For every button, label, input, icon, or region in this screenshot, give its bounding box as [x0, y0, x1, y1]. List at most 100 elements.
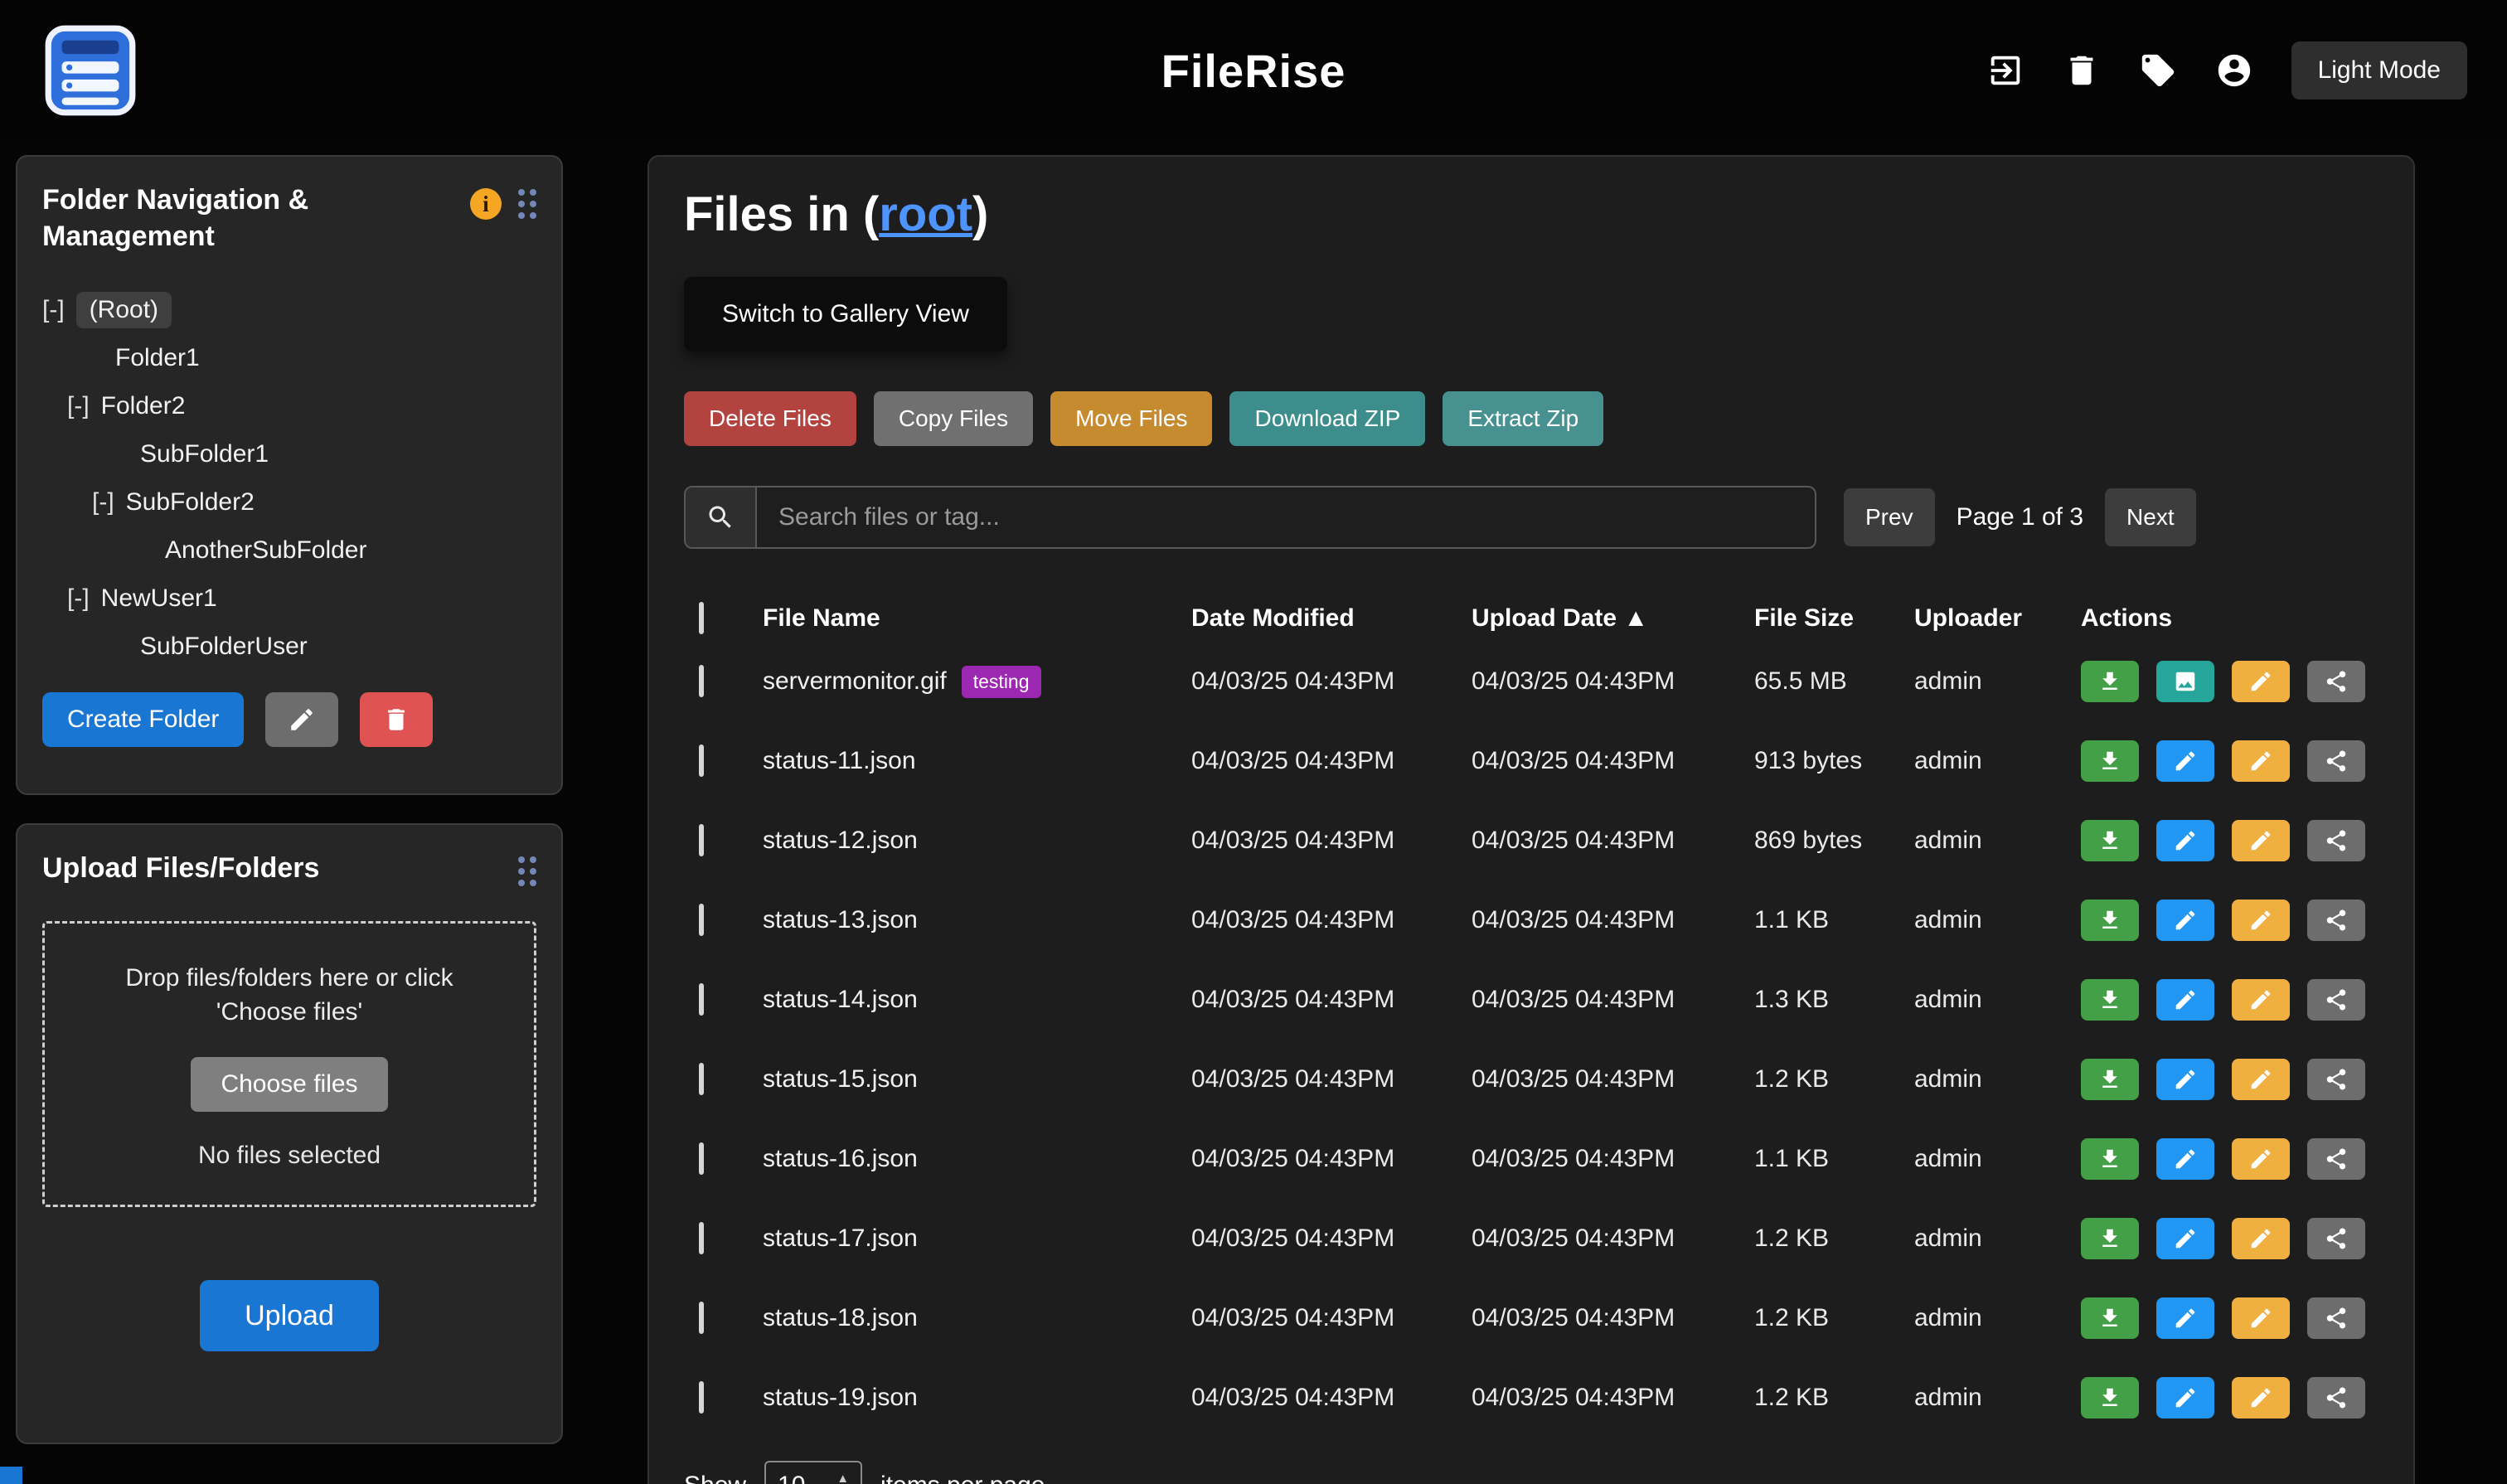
bulk-action-button[interactable]: Delete Files [684, 391, 856, 446]
prev-page-button[interactable]: Prev [1844, 488, 1935, 546]
download-button[interactable] [2081, 1297, 2139, 1339]
bulk-action-button[interactable]: Extract Zip [1443, 391, 1603, 446]
download-button[interactable] [2081, 820, 2139, 861]
tree-folder-label[interactable]: NewUser1 [101, 584, 217, 613]
next-page-button[interactable]: Next [2105, 488, 2196, 546]
share-file-button[interactable] [2307, 1218, 2365, 1259]
tree-toggle[interactable]: [-] [67, 392, 90, 420]
bulk-action-button[interactable]: Copy Files [874, 391, 1033, 446]
share-file-button[interactable] [2307, 900, 2365, 941]
download-button[interactable] [2081, 979, 2139, 1021]
share-file-button[interactable] [2307, 1059, 2365, 1100]
choose-files-button[interactable]: Choose files [191, 1057, 387, 1112]
tag-icon[interactable] [2139, 51, 2177, 90]
col-date-modified[interactable]: Date Modified [1191, 604, 1472, 633]
bulk-action-button[interactable]: Move Files [1050, 391, 1212, 446]
tree-folder-label[interactable]: SubFolder1 [140, 440, 269, 468]
delete-folder-button[interactable] [360, 692, 433, 747]
light-mode-button[interactable]: Light Mode [2291, 41, 2467, 99]
download-button[interactable] [2081, 1059, 2139, 1100]
share-file-button[interactable] [2307, 1138, 2365, 1180]
trash-icon[interactable] [2063, 51, 2101, 90]
drag-handle-icon[interactable] [518, 856, 536, 886]
download-button[interactable] [2081, 1138, 2139, 1180]
tree-folder-label[interactable]: SubFolder2 [126, 488, 255, 516]
rename-file-button[interactable] [2232, 1377, 2290, 1419]
col-uploader[interactable]: Uploader [1914, 604, 2081, 633]
edit-file-button[interactable] [2156, 820, 2214, 861]
share-file-button[interactable] [2307, 979, 2365, 1021]
file-name[interactable]: status-15.json [763, 1065, 918, 1094]
share-file-button[interactable] [2307, 1297, 2365, 1339]
row-checkbox[interactable] [699, 665, 704, 697]
file-name[interactable]: status-19.json [763, 1384, 918, 1412]
rename-file-button[interactable] [2232, 1059, 2290, 1100]
account-icon[interactable] [2215, 51, 2253, 90]
download-button[interactable] [2081, 1377, 2139, 1419]
row-checkbox[interactable] [699, 744, 704, 777]
tree-folder-label[interactable]: (Root) [76, 292, 172, 328]
file-name[interactable]: status-14.json [763, 986, 918, 1014]
switch-gallery-view-button[interactable]: Switch to Gallery View [684, 277, 1007, 352]
share-file-button[interactable] [2307, 1377, 2365, 1419]
search-input[interactable] [757, 487, 1815, 547]
tree-toggle[interactable]: [-] [42, 296, 65, 324]
rename-file-button[interactable] [2232, 1138, 2290, 1180]
edit-file-button[interactable] [2156, 1377, 2214, 1419]
file-name[interactable]: servermonitor.gif [763, 667, 947, 696]
tree-folder-label[interactable]: SubFolderUser [140, 633, 308, 661]
file-name[interactable]: status-16.json [763, 1145, 918, 1173]
edit-file-button[interactable] [2156, 740, 2214, 782]
row-checkbox[interactable] [699, 1063, 704, 1095]
col-upload-date[interactable]: Upload Date ▲ [1472, 604, 1754, 633]
edit-file-button[interactable] [2156, 1297, 2214, 1339]
col-file-name[interactable]: File Name [763, 604, 1191, 633]
per-page-select[interactable]: 10 ▲▼ [764, 1461, 862, 1484]
row-checkbox[interactable] [699, 1142, 704, 1175]
rename-file-button[interactable] [2232, 1297, 2290, 1339]
download-button[interactable] [2081, 661, 2139, 702]
row-checkbox[interactable] [699, 824, 704, 856]
tree-toggle[interactable]: [-] [92, 488, 114, 516]
search-icon[interactable] [686, 487, 757, 547]
file-name[interactable]: status-17.json [763, 1225, 918, 1253]
download-button[interactable] [2081, 1218, 2139, 1259]
rename-file-button[interactable] [2232, 661, 2290, 702]
download-button[interactable] [2081, 900, 2139, 941]
info-icon[interactable]: i [470, 188, 502, 220]
rename-folder-button[interactable] [265, 692, 338, 747]
tree-folder-label[interactable]: Folder2 [101, 392, 186, 420]
file-name[interactable]: status-18.json [763, 1304, 918, 1332]
select-all-checkbox[interactable] [699, 602, 704, 634]
rename-file-button[interactable] [2232, 740, 2290, 782]
rename-file-button[interactable] [2232, 820, 2290, 861]
rename-file-button[interactable] [2232, 979, 2290, 1021]
filerise-logo-icon[interactable] [40, 20, 146, 121]
bulk-action-button[interactable]: Download ZIP [1229, 391, 1425, 446]
share-file-button[interactable] [2307, 661, 2365, 702]
create-folder-button[interactable]: Create Folder [42, 692, 244, 747]
upload-button[interactable]: Upload [200, 1280, 379, 1351]
edit-file-button[interactable] [2156, 1218, 2214, 1259]
file-dropzone[interactable]: Drop files/folders here or click 'Choose… [42, 921, 536, 1207]
edit-file-button[interactable] [2156, 979, 2214, 1021]
tree-folder-label[interactable]: AnotherSubFolder [165, 536, 367, 565]
rename-file-button[interactable] [2232, 1218, 2290, 1259]
tree-folder-label[interactable]: Folder1 [115, 344, 200, 372]
row-checkbox[interactable] [699, 1302, 704, 1334]
row-checkbox[interactable] [699, 1222, 704, 1254]
preview-file-button[interactable] [2156, 661, 2214, 702]
row-checkbox[interactable] [699, 983, 704, 1016]
tree-toggle[interactable]: [-] [67, 584, 90, 613]
row-checkbox[interactable] [699, 904, 704, 936]
file-name[interactable]: status-11.json [763, 747, 916, 775]
download-button[interactable] [2081, 740, 2139, 782]
share-file-button[interactable] [2307, 740, 2365, 782]
rename-file-button[interactable] [2232, 900, 2290, 941]
edit-file-button[interactable] [2156, 1059, 2214, 1100]
edit-file-button[interactable] [2156, 1138, 2214, 1180]
edit-file-button[interactable] [2156, 900, 2214, 941]
col-file-size[interactable]: File Size [1754, 604, 1914, 633]
drag-handle-icon[interactable] [518, 189, 536, 219]
file-name[interactable]: status-13.json [763, 906, 918, 934]
